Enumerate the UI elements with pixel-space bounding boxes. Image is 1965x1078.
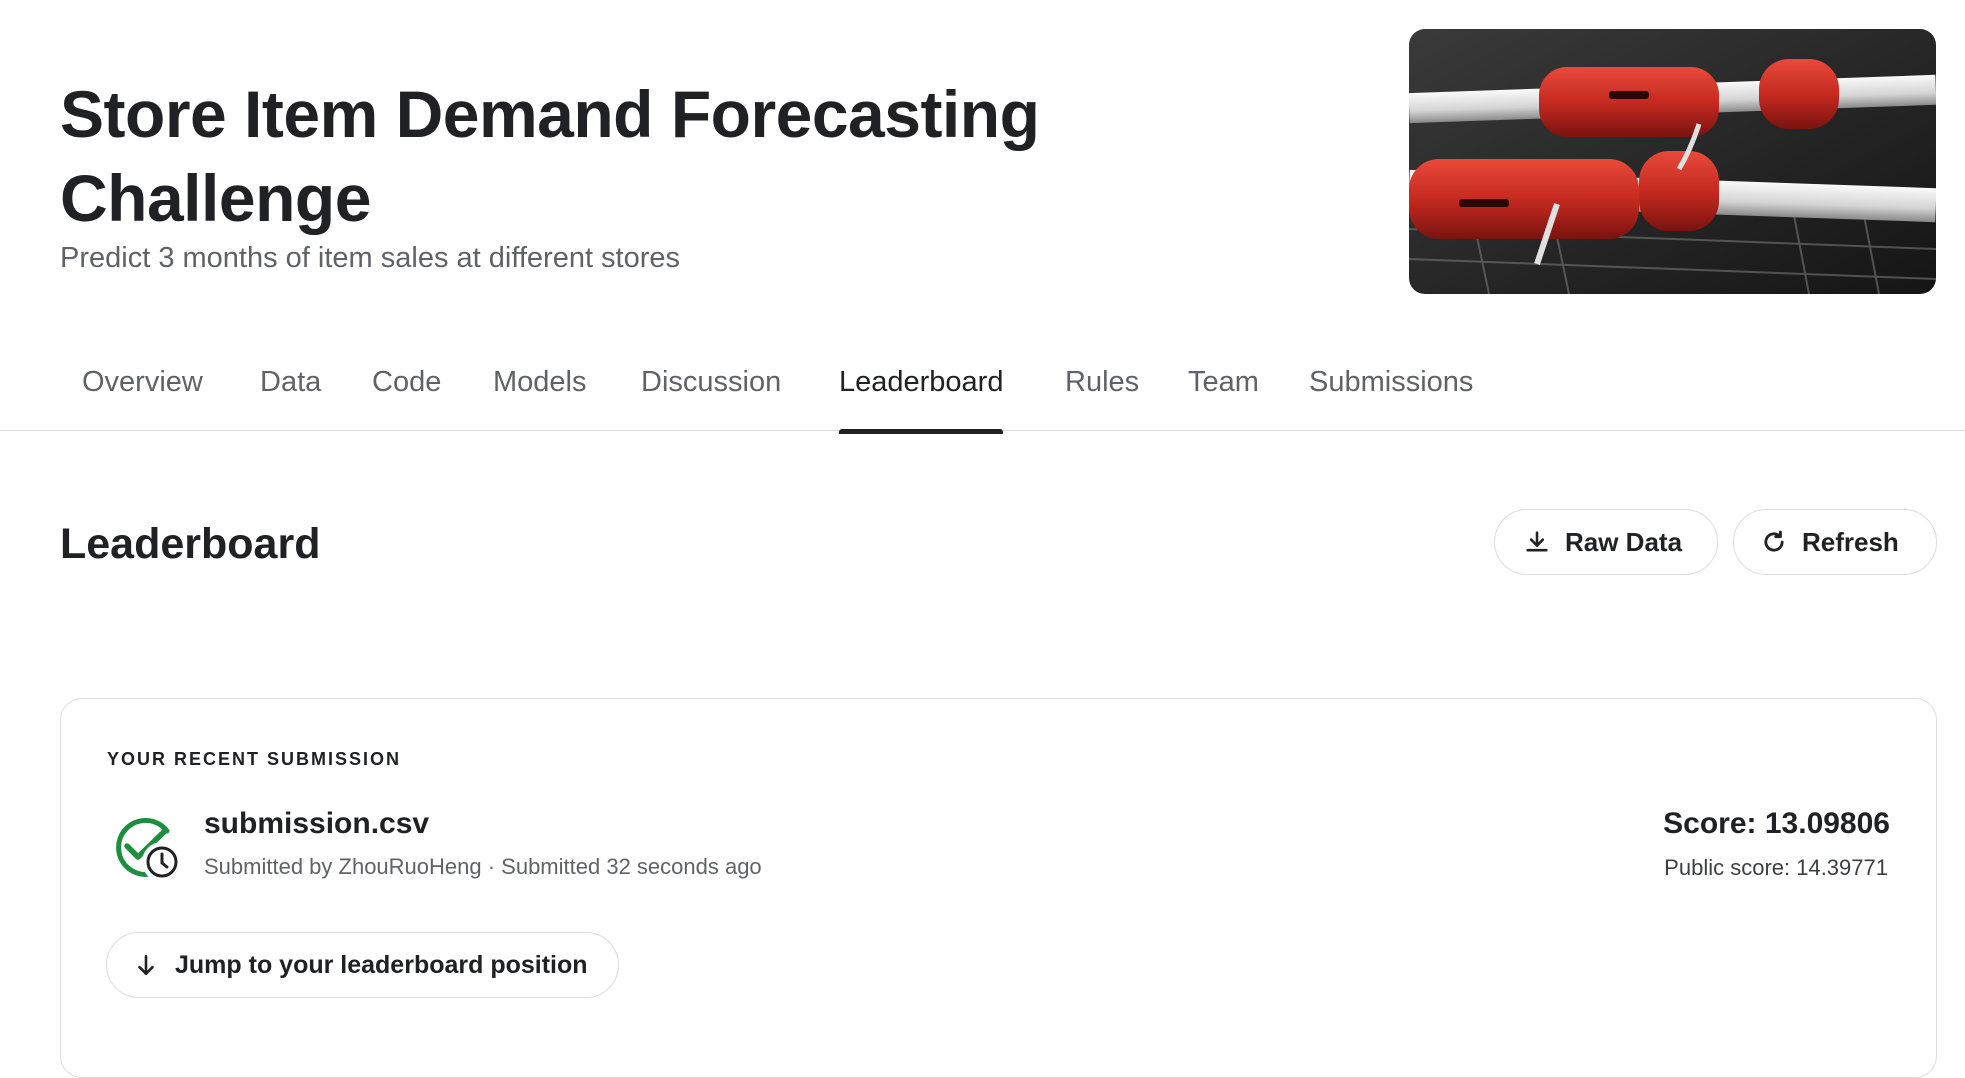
tab-submissions[interactable]: Submissions — [1309, 366, 1473, 421]
raw-data-button[interactable]: Raw Data — [1494, 509, 1718, 575]
submission-file-name: submission.csv — [204, 807, 430, 840]
check-circle-icon — [116, 817, 182, 882]
refresh-icon — [1764, 530, 1784, 552]
refresh-label: Refresh — [1802, 526, 1899, 557]
tab-discussion[interactable]: Discussion — [641, 366, 781, 421]
recent-submission-card: YOUR RECENT SUBMISSION submission.csv Su… — [60, 698, 1937, 1078]
tab-models[interactable]: Models — [493, 366, 587, 421]
tab-code[interactable]: Code — [372, 366, 441, 421]
tab-overview[interactable]: Overview — [82, 366, 203, 421]
submission-public-score: Public score: 14.39771 — [1664, 855, 1888, 880]
submission-status — [109, 809, 187, 887]
tab-data[interactable]: Data — [260, 366, 321, 421]
raw-data-label: Raw Data — [1565, 526, 1683, 557]
competition-title: Store Item Demand Forecasting Challenge — [60, 77, 1040, 235]
submission-meta: Submitted by ZhouRuoHeng · Submitted 32 … — [204, 854, 762, 879]
competition-subtitle: Predict 3 months of item sales at differ… — [60, 242, 681, 274]
tab-team[interactable]: Team — [1188, 366, 1259, 421]
arrow-down-icon — [138, 955, 154, 975]
tab-leaderboard[interactable]: Leaderboard — [839, 366, 1004, 434]
submission-score: Score: 13.09806 — [1663, 807, 1890, 840]
download-icon — [1526, 531, 1548, 552]
recent-submission-label: YOUR RECENT SUBMISSION — [107, 749, 402, 769]
competition-tabs: Overview Data Code Models Discussion Lea… — [0, 354, 1965, 434]
refresh-button[interactable]: Refresh — [1733, 509, 1937, 575]
jump-label: Jump to your leaderboard position — [175, 950, 588, 979]
competition-header-image — [1409, 29, 1936, 294]
tab-rules[interactable]: Rules — [1065, 366, 1139, 421]
jump-to-position-button[interactable]: Jump to your leaderboard position — [106, 932, 619, 998]
leaderboard-heading: Leaderboard — [60, 520, 321, 568]
